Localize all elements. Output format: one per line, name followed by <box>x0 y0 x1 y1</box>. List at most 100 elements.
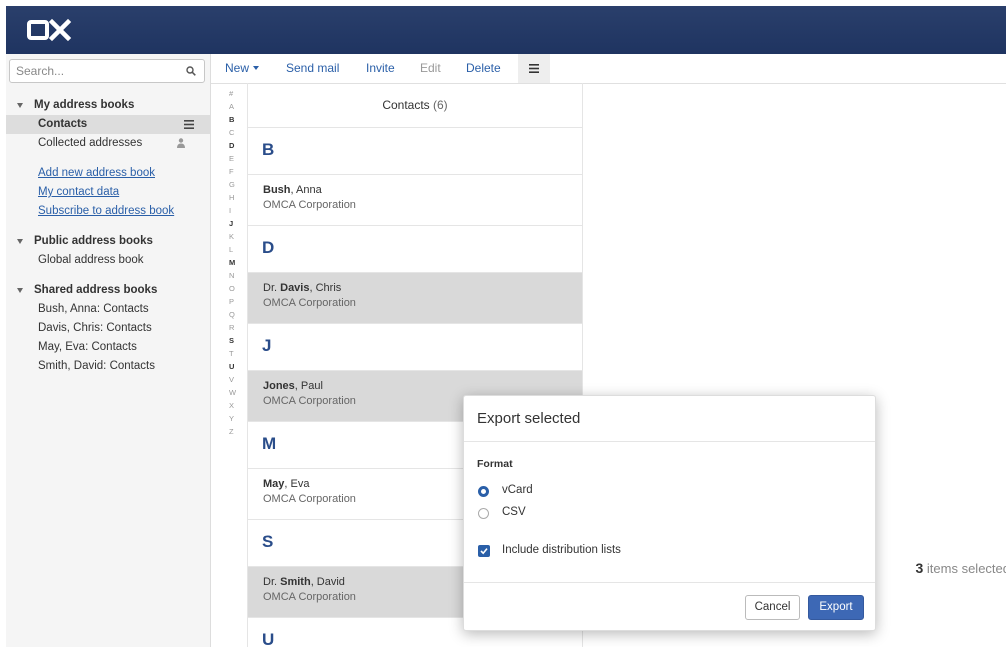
sidebar-item-contacts[interactable]: Contacts <box>6 115 210 134</box>
alphabet-letter[interactable]: T <box>229 349 234 358</box>
divider <box>464 441 875 442</box>
letter-label: U <box>262 630 275 647</box>
selected-count-text: items selected <box>923 561 1006 576</box>
more-actions-button[interactable] <box>518 54 550 83</box>
contact-last-name: May <box>263 478 285 490</box>
cancel-button[interactable]: Cancel <box>745 595 800 620</box>
sidebar-item-shared[interactable]: Smith, David: Contacts <box>6 357 210 376</box>
alphabet-letter[interactable]: C <box>229 128 234 137</box>
search-icon[interactable] <box>186 66 196 76</box>
list-count: (6) <box>433 98 448 112</box>
my-contact-data-link[interactable]: My contact data <box>6 183 210 202</box>
alphabet-letter[interactable]: A <box>229 102 234 111</box>
contact-title: Dr. <box>263 576 281 588</box>
letter-label: B <box>262 140 275 159</box>
alphabet-letter[interactable]: W <box>229 388 236 397</box>
sidebar: My address books Contacts Collected addr… <box>6 54 211 647</box>
alphabet-letter[interactable]: I <box>229 206 231 215</box>
alphabet-letter[interactable]: G <box>229 180 235 189</box>
alphabet-letter[interactable]: O <box>229 284 235 293</box>
contact-company: OMCA Corporation <box>263 199 356 211</box>
divider <box>464 582 875 583</box>
contact-company: OMCA Corporation <box>263 493 356 505</box>
ox-logo[interactable] <box>26 16 74 44</box>
contact-name: Dr. Davis, Chris <box>263 282 341 294</box>
letter-label: S <box>262 532 274 551</box>
sidebar-item-label: Davis, Chris: Contacts <box>38 322 152 334</box>
sidebar-item-label: May, Eva: Contacts <box>38 341 137 353</box>
new-label: New <box>225 61 250 75</box>
invite-button[interactable]: Invite <box>366 54 395 83</box>
contact-company: OMCA Corporation <box>263 591 356 603</box>
collapse-triangle-icon[interactable] <box>17 288 23 293</box>
alphabet-letter[interactable]: X <box>229 401 234 410</box>
csv-label[interactable]: CSV <box>502 506 526 518</box>
section-shared-address-books[interactable]: Shared address books <box>6 281 210 300</box>
sidebar-item-shared[interactable]: May, Eva: Contacts <box>6 338 210 357</box>
alphabet-letter[interactable]: B <box>229 115 234 124</box>
sidebar-item-label: Contacts <box>38 118 88 130</box>
letter-header: B <box>248 128 582 175</box>
csv-radio[interactable] <box>478 508 489 519</box>
contact-name: Jones, Paul <box>263 380 323 392</box>
alphabet-letter[interactable]: Q <box>229 310 235 319</box>
include-distribution-lists-checkbox[interactable] <box>478 545 490 557</box>
alphabet-letter[interactable]: P <box>229 297 234 306</box>
letter-label: J <box>262 336 272 355</box>
alphabet-letter[interactable]: V <box>229 375 234 384</box>
contact-first-name: , Anna <box>290 184 322 196</box>
sidebar-item-label: Smith, David: Contacts <box>38 360 155 372</box>
collapse-triangle-icon[interactable] <box>17 239 23 244</box>
letter-label: M <box>262 434 277 453</box>
letter-header: D <box>248 226 582 273</box>
sidebar-item-shared[interactable]: Bush, Anna: Contacts <box>6 300 210 319</box>
alphabet-letter[interactable]: Y <box>229 414 234 423</box>
contact-last-name: Bush <box>263 184 291 196</box>
person-icon <box>177 138 185 148</box>
alphabet-letter[interactable]: R <box>229 323 234 332</box>
contact-name: May, Eva <box>263 478 309 490</box>
vcard-label[interactable]: vCard <box>502 484 533 496</box>
app-window: My address books Contacts Collected addr… <box>6 6 1006 647</box>
hamburger-icon <box>529 64 539 73</box>
sidebar-item-label: Collected addresses <box>38 137 143 149</box>
subscribe-address-book-link[interactable]: Subscribe to address book <box>6 202 210 221</box>
alphabet-letter[interactable]: L <box>229 245 233 254</box>
search-input[interactable] <box>16 63 176 79</box>
sidebar-item-label: Global address book <box>38 254 144 266</box>
sidebar-item-shared[interactable]: Davis, Chris: Contacts <box>6 319 210 338</box>
contact-row[interactable]: Dr. Davis, Chris OMCA Corporation <box>248 273 582 324</box>
alphabet-letter[interactable]: S <box>229 336 234 345</box>
alphabet-letter[interactable]: J <box>229 219 233 228</box>
export-button[interactable]: Export <box>808 595 864 620</box>
section-public-address-books[interactable]: Public address books <box>6 232 210 251</box>
alphabet-index: # A B C D E F G H I J K L M N O P Q R S T U V W X Y Z <box>211 83 248 647</box>
alphabet-letter[interactable]: U <box>229 362 234 371</box>
alphabet-letter[interactable]: E <box>229 154 234 163</box>
folder-tree: My address books Contacts Collected addr… <box>6 96 210 376</box>
alphabet-letter[interactable]: H <box>229 193 234 202</box>
delete-button[interactable]: Delete <box>466 54 501 83</box>
folder-menu-icon[interactable] <box>184 120 194 129</box>
alphabet-letter[interactable]: M <box>229 258 235 267</box>
add-new-address-book-link[interactable]: Add new address book <box>6 164 210 183</box>
section-my-address-books[interactable]: My address books <box>6 96 210 115</box>
edit-button[interactable]: Edit <box>420 54 441 83</box>
alphabet-letter[interactable]: Z <box>229 427 234 436</box>
sidebar-item-global-address-book[interactable]: Global address book <box>6 251 210 270</box>
alphabet-letter[interactable]: F <box>229 167 234 176</box>
collapse-triangle-icon[interactable] <box>17 103 23 108</box>
export-dialog: Export selected Format vCard CSV Include… <box>463 395 876 631</box>
contact-name: Bush, Anna <box>263 184 322 196</box>
vcard-radio[interactable] <box>478 486 489 497</box>
include-distribution-lists-label[interactable]: Include distribution lists <box>502 544 621 556</box>
alphabet-letter[interactable]: D <box>229 141 234 150</box>
send-mail-button[interactable]: Send mail <box>286 54 339 83</box>
alphabet-letter[interactable]: # <box>229 89 233 98</box>
contact-last-name: Davis <box>280 282 310 294</box>
contact-row[interactable]: Bush, Anna OMCA Corporation <box>248 175 582 226</box>
alphabet-letter[interactable]: K <box>229 232 234 241</box>
new-button[interactable]: New <box>225 54 260 83</box>
sidebar-item-collected-addresses[interactable]: Collected addresses <box>6 134 210 153</box>
alphabet-letter[interactable]: N <box>229 271 234 280</box>
